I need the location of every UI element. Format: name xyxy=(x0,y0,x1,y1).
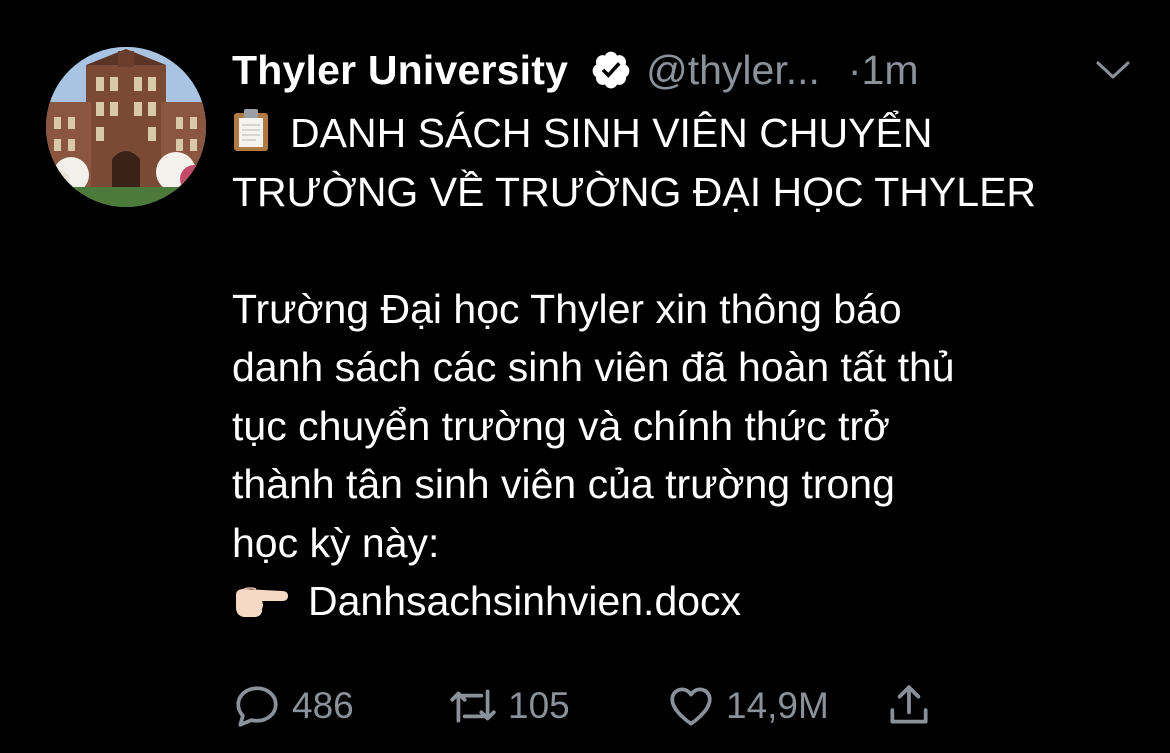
author-name[interactable]: Thyler University xyxy=(232,47,568,94)
tweet-text: DANH SÁCH SINH VIÊN CHUYỂN TRƯỜNG VỀ TRƯ… xyxy=(232,104,1142,631)
tweet-actions: 486 105 14,9M xyxy=(232,676,1130,736)
tweet-timestamp[interactable]: ·1m xyxy=(848,47,919,94)
chevron-down-icon[interactable] xyxy=(1094,58,1132,82)
attachment-link[interactable]: Danhsachsinhvien.docx xyxy=(308,578,741,624)
university-building-image xyxy=(46,47,206,207)
share-button[interactable] xyxy=(884,676,944,736)
like-button[interactable]: 14,9M xyxy=(666,676,829,736)
retweet-button[interactable]: 105 xyxy=(448,676,570,736)
tweet-header: Thyler University @thyler... ·1m xyxy=(232,44,1140,96)
verified-badge-icon xyxy=(590,49,632,91)
tweet-title-line: DANH SÁCH SINH VIÊN CHUYỂN xyxy=(232,104,1142,163)
reply-button[interactable]: 486 xyxy=(232,676,354,736)
tweet-title-line: TRƯỜNG VỀ TRƯỜNG ĐẠI HỌC THYLER xyxy=(232,168,1037,215)
retweet-count: 105 xyxy=(508,685,570,726)
attachment-line: Danhsachsinhvien.docx xyxy=(232,572,1142,631)
retweet-icon xyxy=(450,689,496,723)
author-handle[interactable]: @thyler... xyxy=(646,47,820,94)
tweet-body-line: học kỳ này: xyxy=(232,519,440,566)
heart-icon xyxy=(670,687,712,726)
tweet-body-line: danh sách các sinh viên đã hoàn tất thủ xyxy=(232,344,955,390)
tweet-body-line: thành tân sinh viên của trường trong xyxy=(232,461,895,507)
tweet-body-line: Trường Đại học Thyler xin thông báo xyxy=(232,285,902,332)
like-count: 14,9M xyxy=(726,685,829,726)
share-icon xyxy=(890,685,928,724)
pointing-hand-icon xyxy=(236,587,288,617)
tweet-body-line: tục chuyển trường và chính thức trở xyxy=(232,402,890,449)
reply-icon xyxy=(236,686,278,727)
reply-count: 486 xyxy=(292,685,354,726)
avatar[interactable] xyxy=(46,47,206,207)
tweet-title-text: DANH SÁCH SINH VIÊN CHUYỂN xyxy=(290,110,933,156)
clipboard-icon xyxy=(234,109,268,151)
